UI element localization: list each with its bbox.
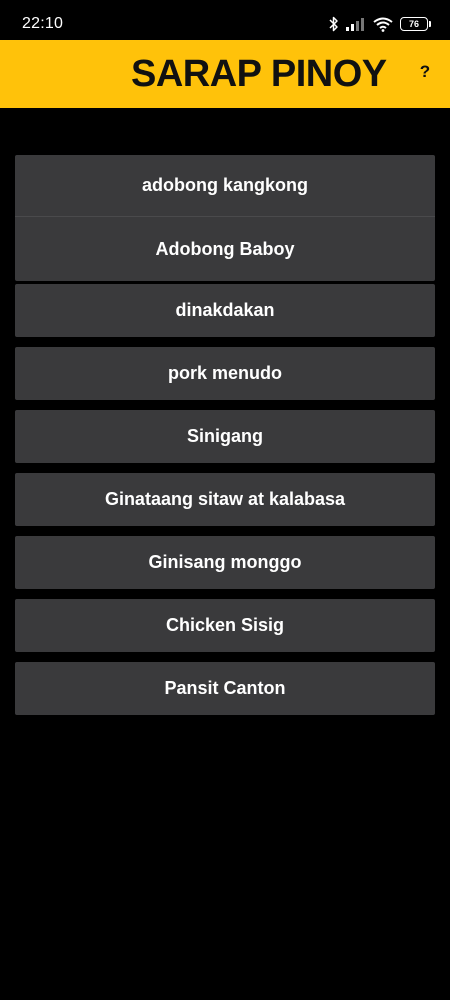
signal-icon [346, 17, 366, 31]
dish-item-adobong-kangkong[interactable]: adobong kangkong [15, 155, 435, 216]
app-bar: SARAP PINOY ? [0, 40, 450, 108]
status-bar: 22:10 76 [0, 0, 450, 40]
help-button[interactable]: ? [416, 60, 434, 84]
dish-item-sinigang[interactable]: Sinigang [15, 410, 435, 463]
dish-item-dinakdakan[interactable]: dinakdakan [15, 284, 435, 337]
dish-list: adobong kangkong Adobong Baboy dinakdaka… [15, 155, 435, 725]
status-time: 22:10 [22, 15, 64, 32]
app-title: SARAP PINOY [131, 53, 387, 95]
dish-item-ginataang-sitaw[interactable]: Ginataang sitaw at kalabasa [15, 473, 435, 526]
battery-level: 76 [408, 19, 419, 29]
status-icons: 76 [329, 13, 431, 35]
dish-item-pansit-canton[interactable]: Pansit Canton [15, 662, 435, 715]
dish-item-pork-menudo[interactable]: pork menudo [15, 347, 435, 400]
dish-item-ginisang-monggo[interactable]: Ginisang monggo [15, 536, 435, 589]
bluetooth-icon [329, 16, 339, 32]
dish-item-chicken-sisig[interactable]: Chicken Sisig [15, 599, 435, 652]
battery-icon: 76 [400, 17, 431, 31]
wifi-icon [373, 17, 393, 32]
dish-item-adobong-baboy[interactable]: Adobong Baboy [15, 216, 435, 281]
